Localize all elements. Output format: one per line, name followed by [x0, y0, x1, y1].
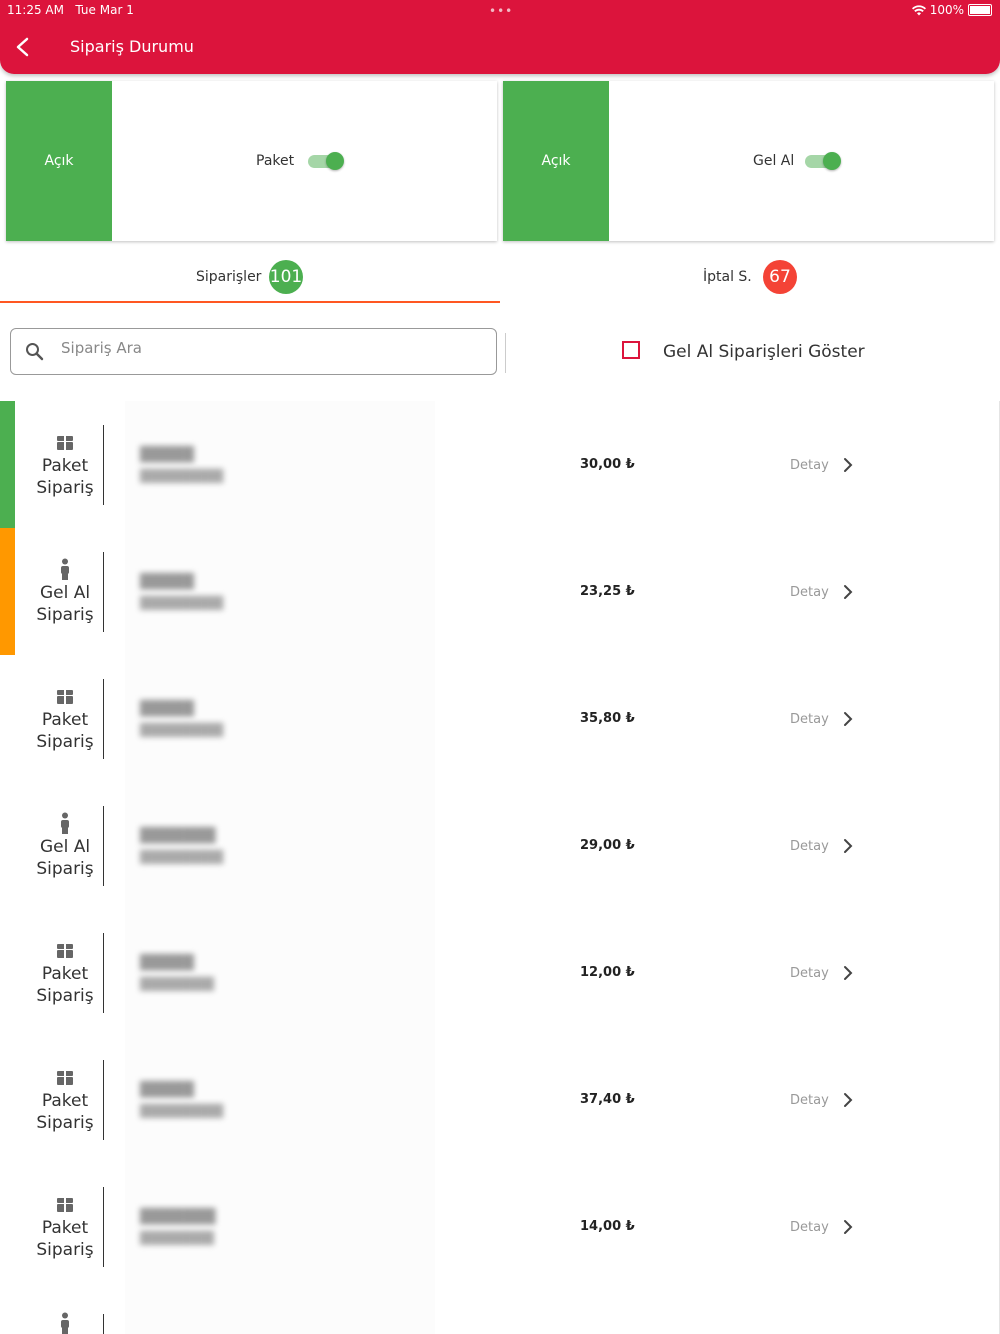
- tab-label: İptal S.: [703, 269, 752, 285]
- tab-count-badge: 101: [269, 260, 303, 294]
- detail-link[interactable]: Detay: [790, 966, 829, 981]
- battery-percent: 100%: [929, 3, 964, 17]
- gel-al-toggle[interactable]: [805, 152, 841, 170]
- search-box: [10, 328, 497, 375]
- row-separator: [103, 1060, 104, 1140]
- detail-link[interactable]: Detay: [790, 585, 829, 600]
- row-separator: [103, 552, 104, 632]
- chevron-right-icon[interactable]: [843, 711, 853, 727]
- table-row[interactable]: Paket Sipariş ███████ ████████ 14,00 ₺ Det…: [0, 1163, 1000, 1291]
- table-row[interactable]: Gel Al Sipariş ███████ █████████ 29,00 ₺ D…: [0, 782, 1000, 910]
- gel-al-filter-label: Gel Al Siparişleri Göster: [663, 342, 865, 362]
- order-price: 30,00 ₺: [580, 457, 635, 472]
- chevron-right-icon[interactable]: [843, 584, 853, 600]
- order-type-label: Paket Sipariş: [36, 456, 94, 498]
- order-type-label: Paket Sipariş: [36, 1218, 94, 1260]
- chevron-right-icon[interactable]: [843, 457, 853, 473]
- package-icon: [57, 944, 73, 958]
- person-icon: [61, 1312, 69, 1334]
- customer-info-blurred: █████ █████████: [125, 1036, 435, 1163]
- tab-siparisler[interactable]: Siparişler 101: [0, 255, 500, 303]
- gel-al-toggle-label: Gel Al: [753, 153, 795, 169]
- order-price: 37,40 ₺: [580, 1092, 635, 1107]
- order-type-label: Gel Al Sipariş: [36, 837, 94, 879]
- wifi-icon: [911, 4, 926, 15]
- row-separator: [103, 1187, 104, 1267]
- package-icon: [57, 1198, 73, 1212]
- multitask-dots[interactable]: •••: [489, 4, 513, 18]
- back-icon[interactable]: [12, 36, 34, 58]
- row-separator: [103, 933, 104, 1013]
- gel-al-status-box: Açık: [503, 81, 609, 241]
- chevron-right-icon[interactable]: [843, 965, 853, 981]
- tab-count-badge: 67: [763, 260, 797, 294]
- detail-link[interactable]: Detay: [790, 712, 829, 727]
- customer-info-blurred: ███████ █████████: [125, 782, 435, 909]
- paket-status-card: Açık Paket: [6, 81, 497, 241]
- app-header: 11:25 AM Tue Mar 1 ••• 100% Sipariş Duru…: [0, 0, 1000, 74]
- order-type-label: Paket Sipariş: [36, 964, 94, 1006]
- person-icon: [61, 812, 69, 834]
- search-icon: [26, 343, 44, 361]
- table-row[interactable]: Paket Sipariş █████ █████████ 30,00 ₺ Deta…: [0, 401, 1000, 529]
- row-separator: [103, 1314, 104, 1334]
- detail-link[interactable]: Detay: [790, 1220, 829, 1235]
- paket-toggle-label: Paket: [256, 153, 295, 169]
- package-icon: [57, 690, 73, 704]
- chevron-right-icon[interactable]: [843, 1219, 853, 1235]
- table-row[interactable]: [0, 1290, 1000, 1334]
- package-icon: [57, 1071, 73, 1085]
- detail-link[interactable]: Detay: [790, 839, 829, 854]
- detail-link[interactable]: Detay: [790, 1093, 829, 1108]
- row-separator: [103, 679, 104, 759]
- customer-info-blurred: [125, 1290, 435, 1334]
- table-row[interactable]: Paket Sipariş █████ ████████ 12,00 ₺ Detay: [0, 909, 1000, 1037]
- chevron-right-icon[interactable]: [843, 838, 853, 854]
- status-indicators: 100%: [911, 3, 992, 17]
- customer-info-blurred: ███████ ████████: [125, 1163, 435, 1290]
- toggle-knob: [823, 152, 841, 170]
- customer-info-blurred: █████ ████████: [125, 909, 435, 1036]
- customer-info-blurred: █████ █████████: [125, 401, 435, 528]
- paket-toggle[interactable]: [308, 152, 344, 170]
- toggle-knob: [326, 152, 344, 170]
- table-row[interactable]: Paket Sipariş █████ █████████ 35,80 ₺ Deta…: [0, 655, 1000, 783]
- gel-al-status-card: Açık Gel Al: [503, 81, 994, 241]
- order-status-bar: [0, 401, 15, 528]
- paket-status-box: Açık: [6, 81, 112, 241]
- order-price: 35,80 ₺: [580, 711, 635, 726]
- battery-icon: [968, 4, 992, 16]
- order-type-label: Gel Al Sipariş: [36, 583, 94, 625]
- detail-link[interactable]: Detay: [790, 458, 829, 473]
- tab-iptal[interactable]: İptal S. 67: [500, 255, 1000, 301]
- tab-label: Siparişler: [196, 269, 262, 285]
- order-price: 29,00 ₺: [580, 838, 635, 853]
- status-time: 11:25 AM Tue Mar 1: [7, 3, 134, 17]
- order-status-bar: [0, 528, 15, 655]
- customer-info-blurred: █████ █████████: [125, 655, 435, 782]
- gel-al-filter-checkbox[interactable]: [622, 341, 640, 359]
- order-type-label: Paket Sipariş: [36, 710, 94, 752]
- vertical-divider: [505, 333, 506, 373]
- person-icon: [61, 558, 69, 580]
- order-price: 23,25 ₺: [580, 584, 635, 599]
- order-type-label: Paket Sipariş: [36, 1091, 94, 1133]
- search-input[interactable]: [61, 339, 481, 357]
- order-price: 12,00 ₺: [580, 965, 635, 980]
- table-row[interactable]: Paket Sipariş █████ █████████ 37,40 ₺ Deta…: [0, 1036, 1000, 1164]
- order-price: 14,00 ₺: [580, 1219, 635, 1234]
- row-separator: [103, 806, 104, 886]
- table-row[interactable]: Gel Al Sipariş █████ █████████ 23,25 ₺ Det…: [0, 528, 1000, 656]
- row-separator: [103, 425, 104, 505]
- customer-info-blurred: █████ █████████: [125, 528, 435, 655]
- package-icon: [57, 436, 73, 450]
- page-title: Sipariş Durumu: [70, 37, 194, 56]
- chevron-right-icon[interactable]: [843, 1092, 853, 1108]
